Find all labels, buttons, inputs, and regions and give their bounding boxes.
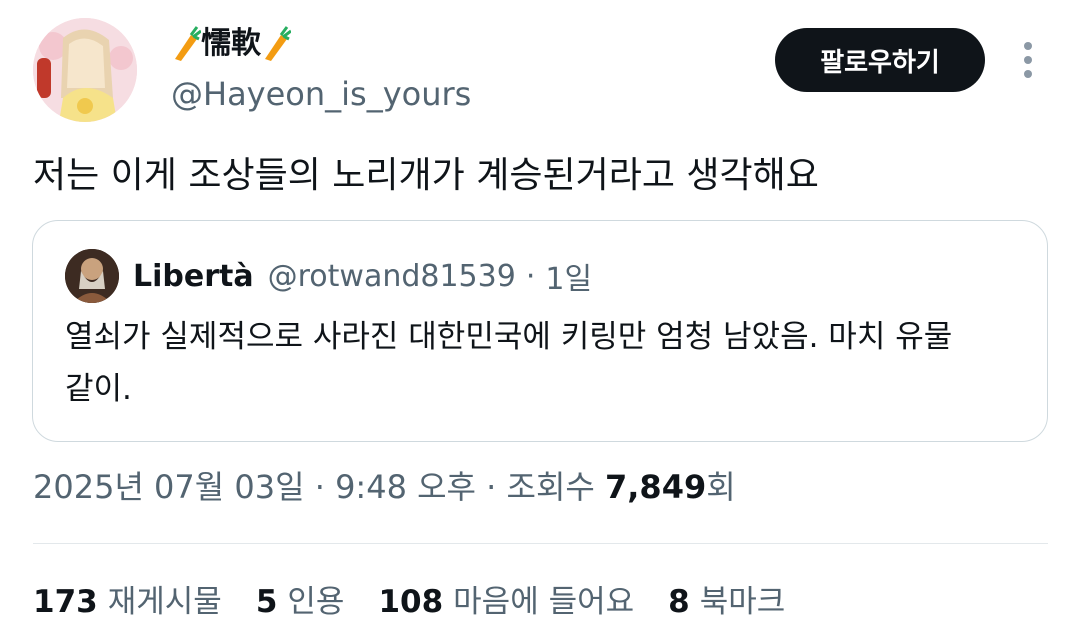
likes-stat[interactable]: 108 마음에 들어요 xyxy=(378,578,634,626)
quotes-stat[interactable]: 5 인용 xyxy=(256,578,345,626)
avatar-illustration xyxy=(33,18,137,122)
views-label: 조회수 xyxy=(506,468,595,506)
more-vertical-icon[interactable] xyxy=(1008,38,1048,82)
author-handle[interactable]: @Hayeon_is_yours xyxy=(171,72,471,116)
display-name-row[interactable]: 懦軟 xyxy=(171,24,471,64)
separator-dot: · xyxy=(525,258,536,294)
quoted-author-handle: @rotwand81539 xyxy=(267,258,516,294)
divider xyxy=(33,543,1048,544)
views-suffix: 회 xyxy=(706,468,736,506)
quoted-author-name: Libertà xyxy=(133,258,254,294)
quoted-tweet-time: 1일 xyxy=(545,262,593,297)
likes-label: 마음에 들어요 xyxy=(453,584,635,620)
bookmarks-count: 8 xyxy=(668,584,690,620)
carrot-icon xyxy=(265,26,291,61)
bookmarks-label: 북마크 xyxy=(699,584,786,620)
display-name: 懦軟 xyxy=(201,26,261,61)
quoted-tweet-card[interactable]: Libertà @rotwand81539 · 1일 열쇠가 실제적으로 사라진… xyxy=(32,220,1048,442)
author-avatar[interactable] xyxy=(33,18,137,122)
quoted-tweet-text: 열쇠가 실제적으로 사라진 대한민국에 키링만 엄청 남았음. 마치 유물같이. xyxy=(65,319,953,407)
views-count: 7,849 xyxy=(605,468,707,506)
separator-dot: · xyxy=(486,468,497,506)
more-dot xyxy=(1024,42,1032,50)
quoted-tweet-header: Libertà @rotwand81539 · 1일 xyxy=(65,249,592,303)
follow-button[interactable]: 팔로우하기 xyxy=(775,28,985,92)
tweet-time[interactable]: 9:48 오후 xyxy=(335,468,476,506)
quoted-avatar-illustration xyxy=(65,249,119,303)
engagement-stats: 173 재게시물 5 인용 108 마음에 들어요 8 북마크 xyxy=(33,578,819,626)
tweet-text: 저는 이게 조상들의 노리개가 계승된거라고 생각해요 xyxy=(33,155,819,196)
likes-count: 108 xyxy=(378,584,444,620)
carrot-icon xyxy=(175,26,201,61)
quotes-label: 인용 xyxy=(287,584,345,620)
bookmarks-stat[interactable]: 8 북마크 xyxy=(668,578,785,626)
tweet-header: 懦軟 @Hayeon_is_yours 팔로우하기 xyxy=(33,18,1053,128)
quotes-count: 5 xyxy=(255,584,278,620)
reposts-count: 173 xyxy=(33,584,98,620)
tweet-date[interactable]: 2025년 07월 03일 xyxy=(33,468,305,506)
more-dot xyxy=(1024,56,1032,64)
reposts-stat[interactable]: 173 재게시물 xyxy=(33,578,222,626)
quoted-author-avatar xyxy=(65,249,119,303)
separator-dot: · xyxy=(314,468,325,506)
tweet-meta: 2025년 07월 03일 · 9:48 오후 · 조회수 7,849회 xyxy=(33,462,736,512)
reposts-label: 재게시물 xyxy=(107,584,222,620)
more-dot xyxy=(1024,70,1032,78)
author-info: 懦軟 @Hayeon_is_yours xyxy=(171,24,471,116)
